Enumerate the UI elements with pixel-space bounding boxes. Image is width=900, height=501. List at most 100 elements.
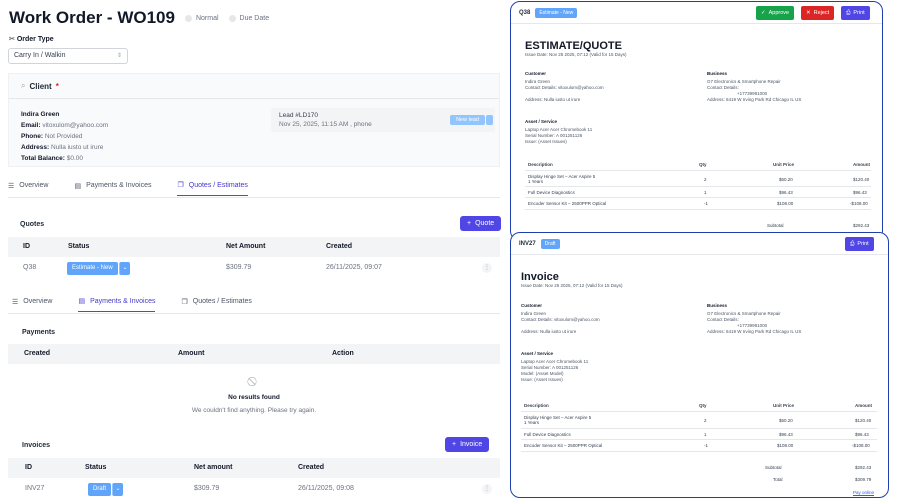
- customer-label: Customer: [525, 71, 547, 76]
- print-label: Print: [857, 241, 869, 247]
- chevron-down-icon[interactable]: ⌄: [119, 262, 130, 275]
- address-label: Address:: [21, 144, 50, 151]
- tab-label: Payments & Invoices: [86, 182, 152, 189]
- status-badge[interactable]: Estimate - New: [67, 262, 118, 275]
- tab-overview[interactable]: ☰ Overview: [12, 297, 52, 312]
- customer-label: Customer: [521, 303, 543, 308]
- invoice-issue-date: Issue Date: Nov 25 2025, 07:12 (Valid fo…: [521, 283, 623, 288]
- customer-address: Address: Nulla iusto ut irure: [525, 97, 581, 102]
- col-unit-price: Unit Price: [773, 403, 795, 408]
- print-button[interactable]: ⎙ Print: [845, 237, 874, 251]
- col-qty: Qty: [699, 162, 707, 167]
- document-icon: ▤: [74, 182, 82, 190]
- line-description: Full Device Diagnostics: [528, 190, 575, 195]
- new-lead-button[interactable]: New lead: [450, 115, 485, 125]
- printer-icon: ⎙: [846, 9, 851, 16]
- copy-icon: ❐: [177, 182, 184, 189]
- divider: [521, 411, 877, 412]
- col-amount: Amount: [855, 403, 872, 408]
- priority-label: Normal: [195, 14, 219, 22]
- line-unit: $108.00: [777, 201, 794, 206]
- tab-quotes-estimates[interactable]: ❐ Quotes / Estimates: [177, 181, 248, 196]
- add-invoice-button[interactable]: + Invoice: [445, 437, 490, 452]
- copy-icon: ❐: [181, 298, 188, 306]
- client-details: Indira Green Email: vitoxulom@yahoo.com …: [21, 109, 108, 164]
- tab-quotes-estimates[interactable]: ❐ Quotes / Estimates: [181, 297, 251, 312]
- phone-label: Phone:: [21, 133, 44, 140]
- check-icon: ✓: [761, 10, 766, 16]
- line-amount: -$108.00: [852, 443, 870, 448]
- col-created: Created: [24, 350, 51, 357]
- line-unit: $60.20: [779, 177, 793, 182]
- priority-chip[interactable]: Normal: [184, 14, 219, 22]
- status-badge[interactable]: Draft: [88, 483, 112, 496]
- more-icon[interactable]: ⋮: [482, 484, 492, 494]
- add-quote-label: Quote: [475, 220, 495, 227]
- col-action: Action: [332, 350, 354, 357]
- col-description: Description: [524, 403, 549, 408]
- due-date-label: Due Date: [239, 14, 270, 22]
- no-results-icon: ⃠: [8, 376, 500, 387]
- lead-card[interactable]: Lead #LD170 Nov 25, 2025, 11:15 AM , pho…: [271, 108, 495, 132]
- quote-title: ESTIMATE/QUOTE: [525, 40, 622, 52]
- plus-icon: +: [467, 220, 472, 227]
- line-description-sub: 1 Years: [528, 179, 544, 184]
- priority-dot-icon: [184, 14, 192, 22]
- line-amount: $96.43: [855, 432, 869, 437]
- line-amount: $120.40: [853, 177, 870, 182]
- table-row[interactable]: Q38 Estimate - New ⌄ $309.79 26/11/2025,…: [8, 258, 500, 280]
- client-header: ⌕ Client *: [9, 74, 499, 99]
- document-icon: ▤: [78, 298, 86, 305]
- printer-icon: ⎙: [850, 240, 855, 247]
- invoices-table-header: ID Status Net amount Created: [8, 458, 500, 478]
- invoice-net: $309.79: [194, 485, 220, 492]
- more-icon[interactable]: ⋮: [482, 263, 492, 273]
- tab-payments-invoices[interactable]: ▤ Payments & Invoices: [74, 181, 151, 196]
- tab-label: Overview: [23, 298, 53, 305]
- line-description-sub: 1 Years: [524, 420, 540, 425]
- line-amount: $120.40: [855, 418, 872, 423]
- client-name: Indira Green: [21, 111, 60, 118]
- add-invoice-label: Invoice: [460, 441, 483, 448]
- quote-document: Q38 Estimate - New ✓ Approve ✕ Reject ⎙ Pri…: [510, 1, 883, 241]
- invoice-id[interactable]: INV27: [25, 485, 44, 492]
- invoice-title: Invoice: [521, 271, 559, 283]
- quotes-table-header: ID Status Net Amount Created: [8, 237, 500, 257]
- list-icon: ☰: [8, 182, 15, 190]
- col-unit-price: Unit Price: [773, 162, 795, 167]
- pay-online-link[interactable]: Pay online: [853, 490, 874, 495]
- tab-payments-invoices[interactable]: ▤ Payments & Invoices: [78, 297, 156, 312]
- payments-title: Payments: [22, 329, 56, 336]
- line-unit: $96.43: [779, 432, 793, 437]
- col-net-amount: Net Amount: [226, 243, 266, 250]
- col-id: ID: [25, 464, 32, 471]
- print-button[interactable]: ⎙ Print: [841, 6, 870, 20]
- invoice-asset: Asset / Service Laptop Acer Acer Chromeb…: [521, 351, 588, 383]
- plus-icon: +: [452, 441, 457, 448]
- chevron-down-icon[interactable]: ⌄: [112, 483, 123, 496]
- quote-customer: Customer Indira Green Contact Details: v…: [525, 71, 695, 103]
- order-type-select[interactable]: Carry In / Walkin ⇕: [8, 48, 128, 64]
- quote-id[interactable]: Q38: [23, 264, 36, 271]
- approve-button[interactable]: ✓ Approve: [756, 6, 795, 20]
- new-lead-dropdown-button[interactable]: [486, 115, 493, 125]
- due-date-chip[interactable]: Due Date: [228, 14, 270, 22]
- reject-button[interactable]: ✕ Reject: [801, 6, 835, 20]
- required-mark: *: [55, 81, 59, 91]
- total-label: Total: [773, 477, 783, 482]
- asset-label: Asset / Service: [521, 351, 554, 356]
- client-heading: Client: [29, 81, 52, 91]
- payments-table-header: Created Amount Action: [8, 344, 500, 364]
- business-address: Address: 6419 W Irving Park Rd Chicago I…: [707, 97, 802, 102]
- empty-title: No results found: [228, 394, 280, 401]
- invoice-doc-id: INV27: [519, 240, 536, 247]
- line-unit: $60.20: [779, 418, 793, 423]
- table-row[interactable]: INV27 Draft ⌄ $309.79 26/11/2025, 09:08 …: [8, 479, 500, 501]
- divider: [525, 170, 871, 171]
- add-quote-button[interactable]: + Quote: [460, 216, 502, 231]
- tools-icon: ✂: [9, 36, 17, 43]
- tab-overview[interactable]: ☰ Overview: [8, 181, 48, 196]
- tab-label: Overview: [19, 182, 49, 189]
- line-description: Encoder Sensor Kit – 2500PPR Optical: [524, 443, 603, 448]
- total-value: $309.79: [855, 477, 872, 482]
